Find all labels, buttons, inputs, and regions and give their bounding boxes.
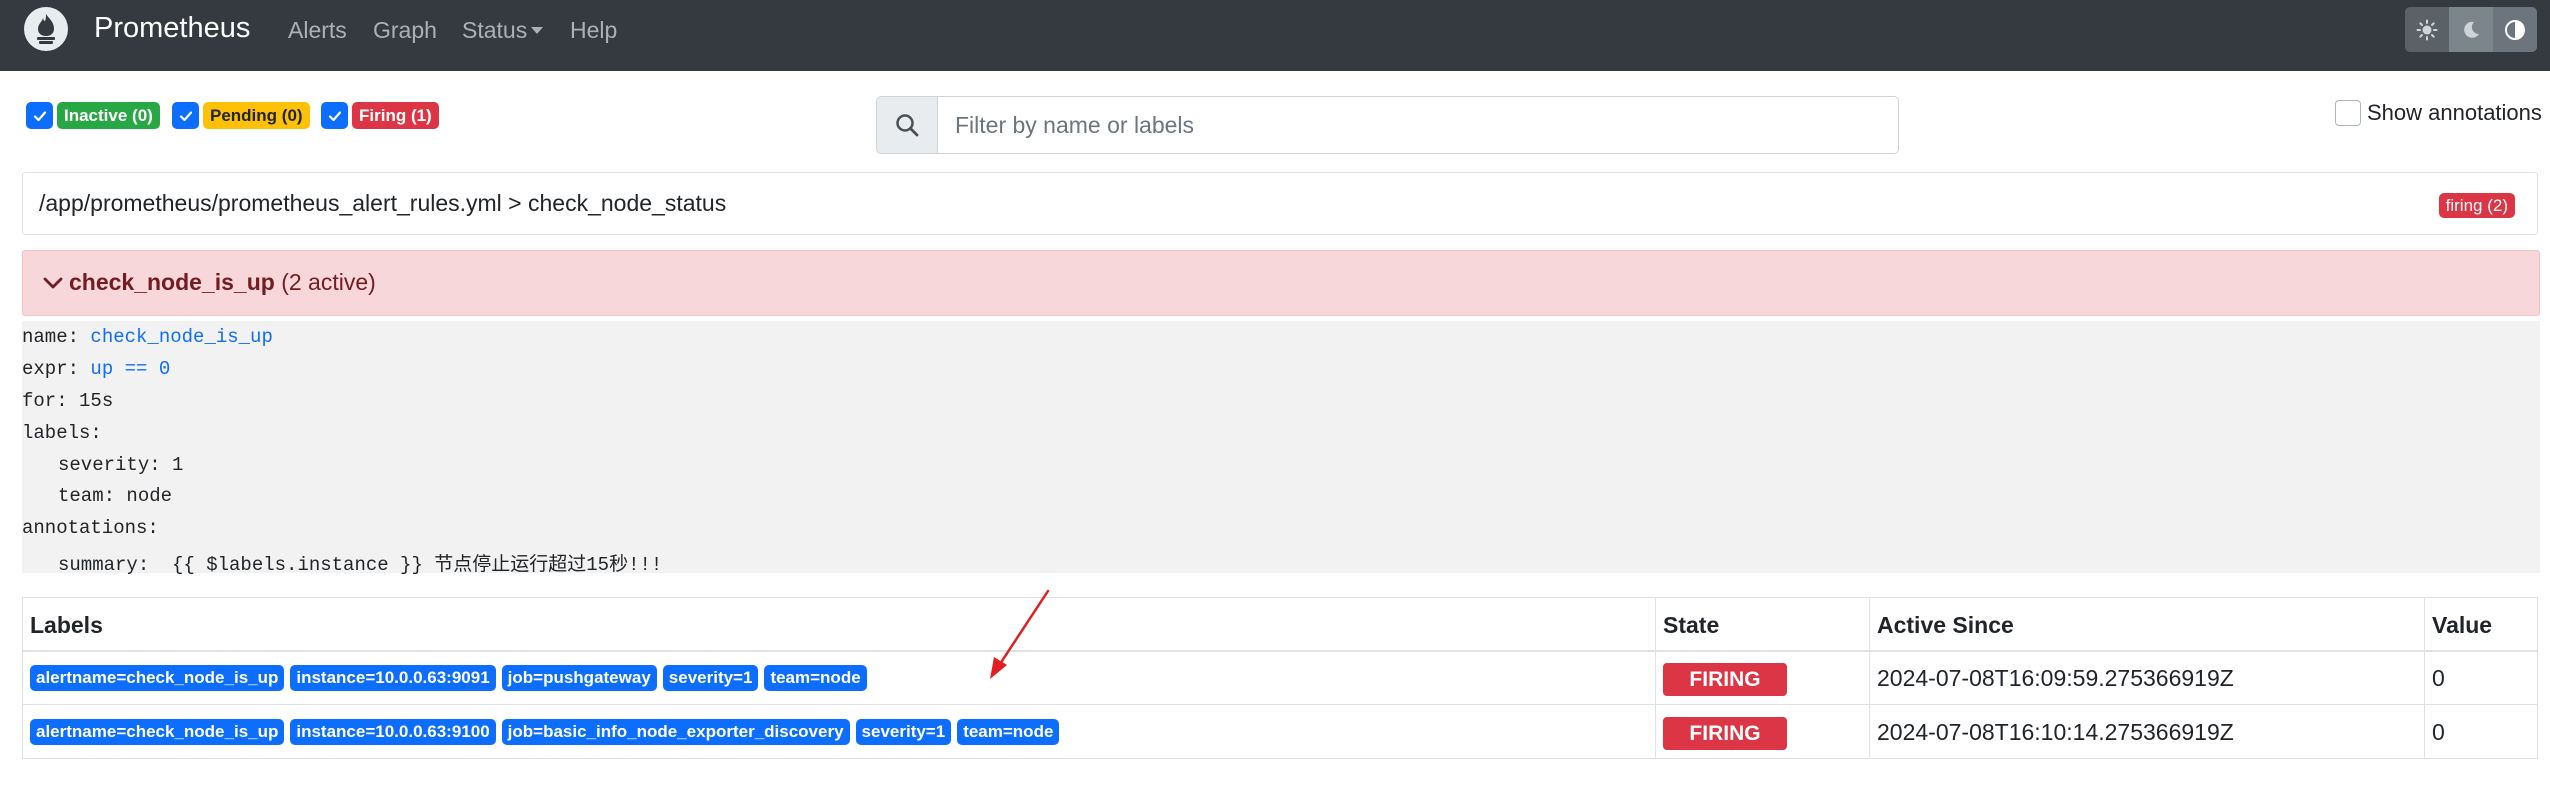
nav-status[interactable]: Status — [462, 17, 544, 44]
def-expr-key: expr: — [22, 358, 80, 380]
def-name-key: name: — [22, 326, 80, 348]
label-badge: severity=1 — [855, 719, 952, 745]
check-icon — [328, 110, 341, 121]
sun-icon — [2416, 19, 2438, 40]
col-divider — [2424, 597, 2425, 759]
table-header-row: Labels State Active Since Value — [22, 597, 2538, 652]
rule-header[interactable]: check_node_is_up (2 active) — [22, 250, 2540, 316]
col-divider — [1655, 597, 1656, 759]
check-icon — [33, 110, 46, 121]
state-badge: FIRING — [1663, 663, 1787, 696]
show-annotations-checkbox[interactable] — [2335, 100, 2361, 126]
theme-toggle-group — [2405, 7, 2537, 52]
rule-definition: name: check_node_is_up expr: up == 0 for… — [22, 321, 2540, 576]
label-badge: instance=10.0.0.63:9091 — [290, 665, 496, 691]
alert-value: 0 — [2432, 719, 2445, 745]
col-divider — [1869, 597, 1870, 759]
search-input[interactable] — [938, 97, 1898, 153]
rule-title: check_node_is_up (2 active) — [69, 269, 376, 296]
group-firing-badge: firing (2) — [2438, 193, 2515, 218]
label-badge: team=node — [957, 719, 1060, 745]
table-border-left — [22, 597, 23, 759]
brand[interactable]: Prometheus — [94, 12, 250, 45]
badge-firing: Firing (1) — [352, 102, 439, 129]
filter-inactive[interactable]: Inactive (0) — [26, 102, 160, 129]
badge-pending: Pending (0) — [203, 102, 310, 129]
def-labels-key: labels: — [22, 422, 102, 444]
alert-value: 0 — [2432, 665, 2445, 691]
rule-group-path: /app/prometheus/prometheus_alert_rules.y… — [39, 190, 727, 216]
def-expr-line: expr: up == 0 — [22, 358, 170, 380]
label-badge: alertname=check_node_is_up — [30, 665, 285, 691]
search-icon — [896, 114, 919, 137]
navbar: Prometheus Alerts Graph Status Help — [0, 0, 2550, 71]
header-labels: Labels — [30, 612, 103, 638]
label-badge: severity=1 — [662, 665, 759, 691]
header-value: Value — [2432, 612, 2493, 638]
annotation-arrow-icon — [990, 589, 1050, 679]
search-addon — [877, 97, 938, 153]
table-row: alertname=check_node_is_up instance=10.0… — [22, 705, 2538, 759]
def-annotations-key: annotations: — [22, 517, 159, 539]
label-badge: alertname=check_node_is_up — [30, 719, 285, 745]
def-severity-line: severity: 1 — [58, 454, 184, 476]
header-active-since: Active Since — [1877, 612, 2014, 638]
rule-active-count: (2 active) — [281, 269, 376, 295]
checkbox-firing[interactable] — [321, 102, 348, 129]
table-border-right — [2537, 597, 2538, 759]
header-state: State — [1663, 612, 1720, 638]
nav-alerts[interactable]: Alerts — [288, 17, 347, 44]
half-circle-icon — [2505, 19, 2525, 40]
label-badge: team=node — [764, 665, 867, 691]
prometheus-logo-icon[interactable] — [23, 6, 69, 52]
def-team-line: team: node — [58, 485, 173, 507]
state-badge: FIRING — [1663, 717, 1787, 750]
rule-group-header: /app/prometheus/prometheus_alert_rules.y… — [22, 172, 2538, 235]
filter-pending[interactable]: Pending (0) — [172, 102, 310, 129]
dark-theme-button[interactable] — [2449, 7, 2493, 52]
check-icon — [179, 110, 192, 121]
nav-graph[interactable]: Graph — [373, 17, 437, 44]
search-box — [876, 96, 1899, 154]
chevron-down-icon[interactable] — [43, 273, 63, 293]
checkbox-pending[interactable] — [172, 102, 199, 129]
badge-inactive: Inactive (0) — [57, 102, 160, 129]
def-summary-line: summary: {{ $labels.instance }} 节点停止运行超过… — [58, 554, 663, 576]
def-name-line: name: check_node_is_up — [22, 326, 273, 348]
label-badge: instance=10.0.0.63:9100 — [290, 719, 496, 745]
label-badge: job=pushgateway — [501, 665, 657, 691]
nav-status-label: Status — [462, 17, 528, 43]
nav-help[interactable]: Help — [570, 17, 617, 44]
moon-icon — [2464, 21, 2479, 38]
def-expr-value[interactable]: up == 0 — [90, 358, 170, 380]
label-badge: job=basic_info_node_exporter_discovery — [501, 719, 850, 745]
active-since: 2024-07-08T16:09:59.275366919Z — [1877, 665, 2234, 691]
show-annotations-label: Show annotations — [2367, 100, 2542, 125]
filter-firing[interactable]: Firing (1) — [321, 102, 439, 129]
caret-down-icon — [531, 27, 544, 34]
show-annotations-toggle[interactable]: Show annotations — [2335, 100, 2542, 126]
row-labels: alertname=check_node_is_up instance=10.0… — [30, 719, 1060, 745]
def-name-value[interactable]: check_node_is_up — [90, 326, 272, 348]
checkbox-inactive[interactable] — [26, 102, 53, 129]
table-row: alertname=check_node_is_up instance=10.0… — [22, 651, 2538, 705]
row-labels: alertname=check_node_is_up instance=10.0… — [30, 665, 867, 691]
active-since: 2024-07-08T16:10:14.275366919Z — [1877, 719, 2234, 745]
def-for-line: for: 15s — [22, 390, 114, 412]
light-theme-button[interactable] — [2405, 7, 2449, 52]
rule-name: check_node_is_up — [69, 269, 275, 295]
auto-theme-button[interactable] — [2493, 7, 2537, 52]
